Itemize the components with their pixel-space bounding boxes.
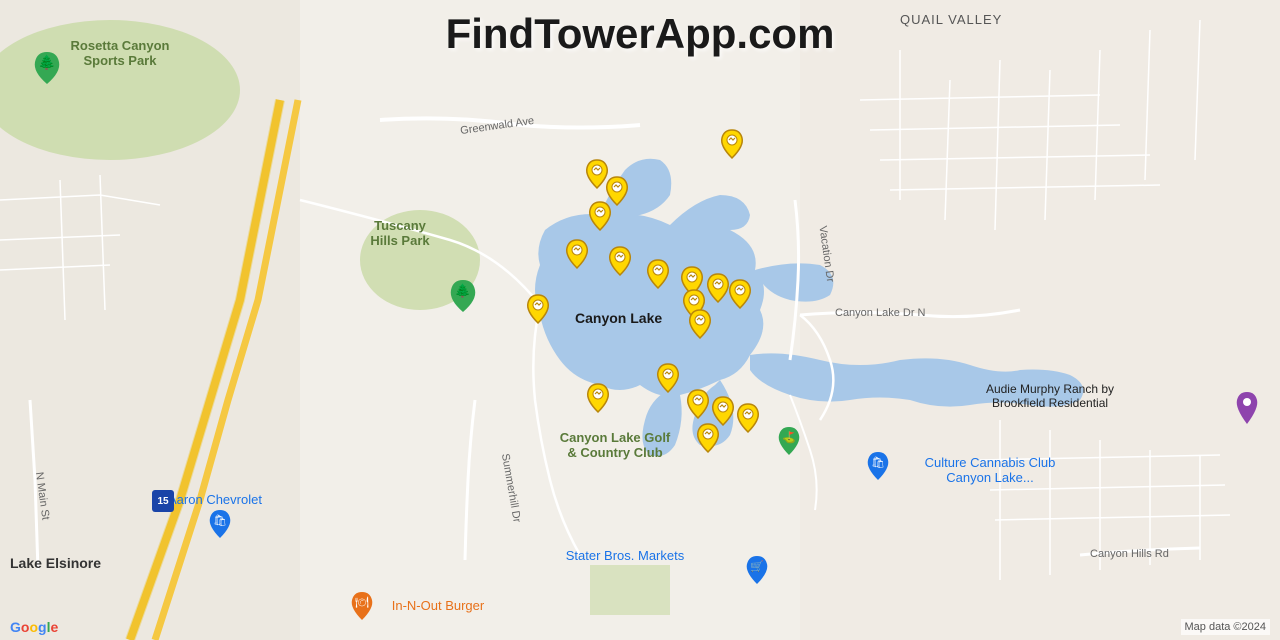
tower-marker-13[interactable] xyxy=(686,308,714,340)
svg-text:🌲: 🌲 xyxy=(38,54,55,71)
tower-marker-4[interactable] xyxy=(586,200,614,232)
svg-text:🛒: 🛒 xyxy=(750,560,764,573)
tower-marker-14[interactable] xyxy=(654,362,682,394)
map-attribution: Map data ©2024 xyxy=(1181,619,1271,635)
tower-marker-10[interactable] xyxy=(726,278,754,310)
tower-marker-1[interactable] xyxy=(718,128,746,160)
marker-innout[interactable]: 🍽 xyxy=(348,590,376,627)
site-title: FindTowerApp.com xyxy=(446,10,835,58)
marker-cannabis[interactable]: 🛍 xyxy=(864,450,892,487)
tower-marker-16[interactable] xyxy=(684,388,712,420)
marker-tuscany-hills[interactable]: 🌲 xyxy=(447,278,479,319)
svg-text:🌲: 🌲 xyxy=(455,283,471,298)
tower-marker-6[interactable] xyxy=(606,245,634,277)
map-container[interactable]: FindTowerApp.com Rosetta Canyon Sports P… xyxy=(0,0,1280,640)
map-background xyxy=(0,0,1280,640)
tower-marker-19[interactable] xyxy=(694,422,722,454)
tower-marker-7[interactable] xyxy=(644,258,672,290)
interstate-15-shield: 15 xyxy=(152,490,174,512)
marker-golf[interactable]: ⛳ xyxy=(775,425,803,462)
tower-marker-12[interactable] xyxy=(524,293,552,325)
google-logo: Google xyxy=(10,619,58,635)
tower-marker-18[interactable] xyxy=(734,402,762,434)
marker-audie-murphy[interactable] xyxy=(1235,390,1259,431)
marker-rosetta-canyon[interactable]: 🌲 xyxy=(31,50,63,91)
svg-text:🛍: 🛍 xyxy=(871,456,885,469)
tower-marker-5[interactable] xyxy=(563,238,591,270)
marker-chevrolet[interactable]: 🛍 xyxy=(206,508,234,545)
svg-text:🛍: 🛍 xyxy=(213,514,227,527)
svg-text:🍽: 🍽 xyxy=(355,596,369,609)
svg-text:⛳: ⛳ xyxy=(782,431,796,444)
tower-marker-15[interactable] xyxy=(584,382,612,414)
marker-stater[interactable]: 🛒 xyxy=(743,554,771,591)
